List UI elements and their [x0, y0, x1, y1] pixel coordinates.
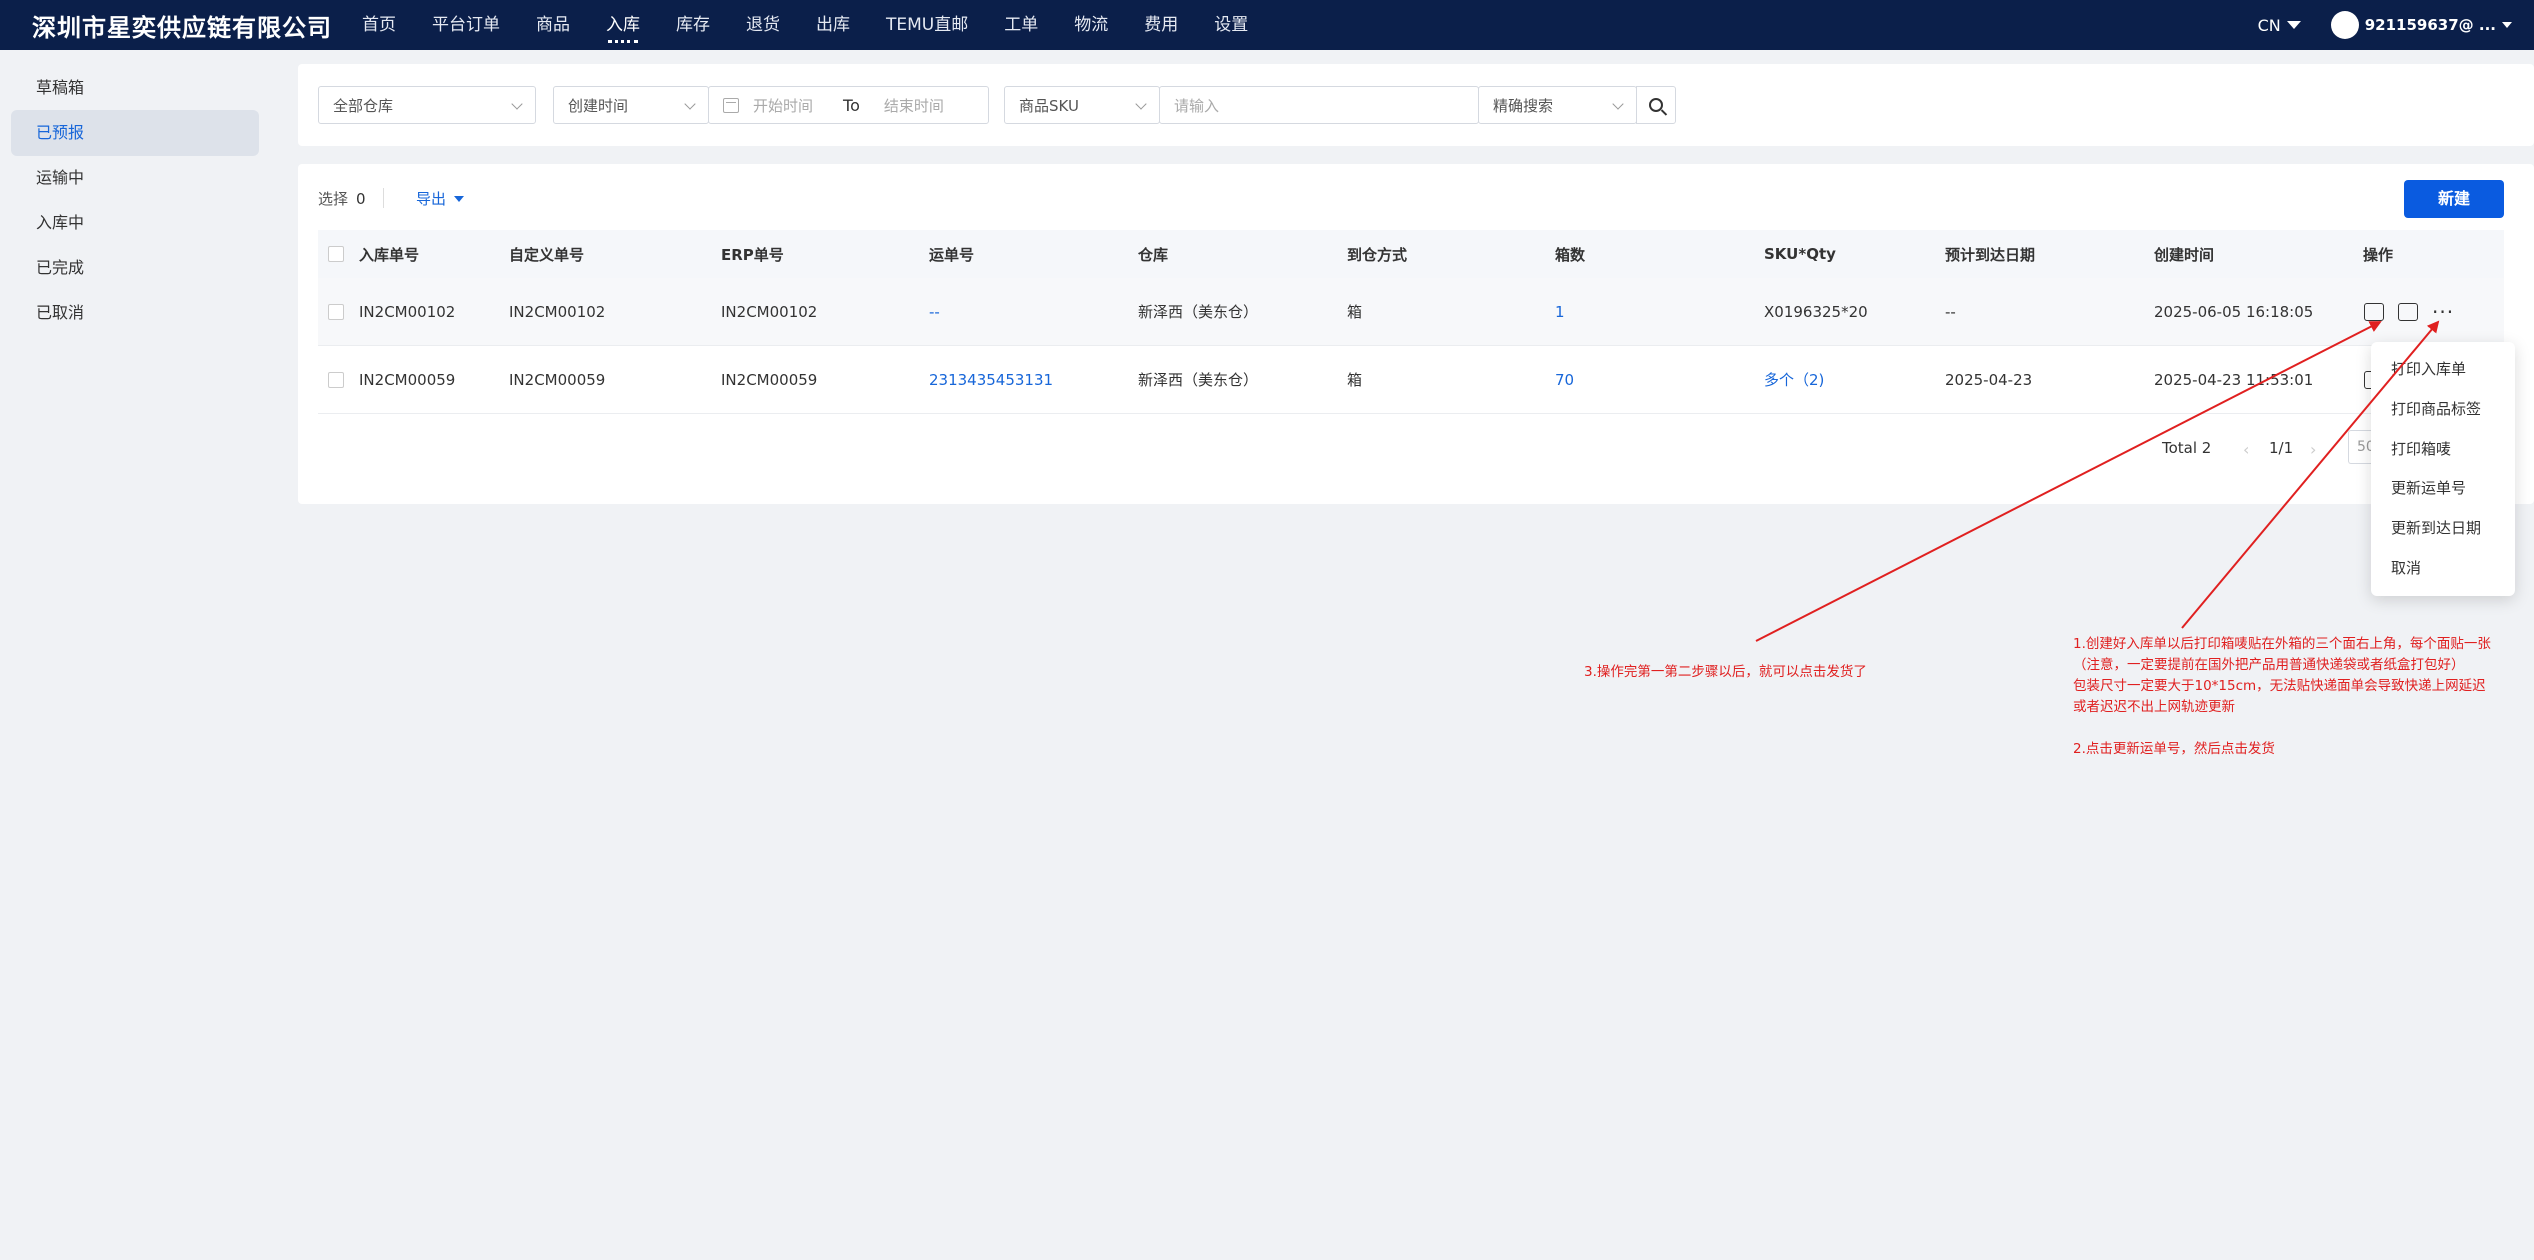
annotation-line: 1.创建好入库单以后打印箱唛贴在外箱的三个面右上角，每个面贴一张 [2073, 636, 2491, 652]
arrow-to-ship-icon [1755, 321, 2382, 642]
annotation-line: （注意，一定要提前在国外把产品用普通快递袋或者纸盒打包好） [2073, 657, 2465, 673]
annotation-arrows [1755, 320, 2440, 642]
annotation-note-step3: 3.操作完第一第二步骤以后，就可以点击发货了 [1584, 664, 1867, 680]
arrow-to-more-icon [2181, 320, 2440, 629]
annotation-note-step2: 2.点击更新运单号，然后点击发货 [2073, 741, 2275, 757]
annotation-line: 包装尺寸一定要大于10*15cm，无法贴快递面单会导致快递上网延迟 [2073, 678, 2486, 694]
annotation-note-step1: 1.创建好入库单以后打印箱唛贴在外箱的三个面右上角，每个面贴一张 （注意，一定要… [2073, 634, 2491, 718]
annotation-line: 或者迟迟不出上网轨迹更新 [2073, 699, 2235, 715]
